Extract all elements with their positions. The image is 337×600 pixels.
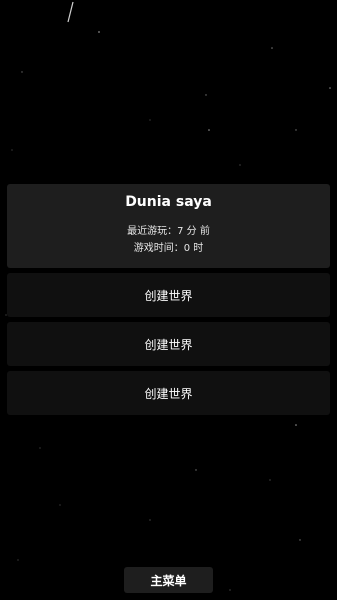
star <box>229 589 231 591</box>
star <box>295 129 297 131</box>
world-last-played: 最近游玩：7 分 前 <box>127 226 210 237</box>
star <box>195 469 197 471</box>
create-world-label: 创建世界 <box>144 386 193 401</box>
star <box>329 87 331 89</box>
world-play-time: 游戏时间：0 时 <box>133 243 204 254</box>
create-world-label: 创建世界 <box>144 337 193 352</box>
star <box>149 519 151 521</box>
star <box>239 164 241 166</box>
star <box>149 119 151 121</box>
star <box>205 94 207 96</box>
star <box>11 149 13 151</box>
star <box>59 504 61 506</box>
star <box>21 71 23 73</box>
create-world-button-3[interactable]: 创建世界 <box>7 371 330 415</box>
star <box>271 47 273 49</box>
main-menu-button[interactable]: 主菜单 <box>124 567 213 593</box>
create-world-button-2[interactable]: 创建世界 <box>7 322 330 366</box>
shooting-star <box>67 1 74 23</box>
star <box>17 559 19 561</box>
world-slot-1[interactable]: Dunia saya 最近游玩：7 分 前 游戏时间：0 时 <box>7 184 330 268</box>
star <box>39 447 41 449</box>
create-world-button-1[interactable]: 创建世界 <box>7 273 330 317</box>
main-menu-label: 主菜单 <box>150 573 187 588</box>
star <box>299 539 301 541</box>
star <box>295 424 297 426</box>
create-world-label: 创建世界 <box>144 288 193 303</box>
star <box>269 479 271 481</box>
star <box>98 31 100 33</box>
star <box>208 129 210 131</box>
world-name: Dunia saya <box>125 194 212 210</box>
world-select-screen: Dunia saya 最近游玩：7 分 前 游戏时间：0 时 创建世界 创建世界… <box>0 0 337 600</box>
